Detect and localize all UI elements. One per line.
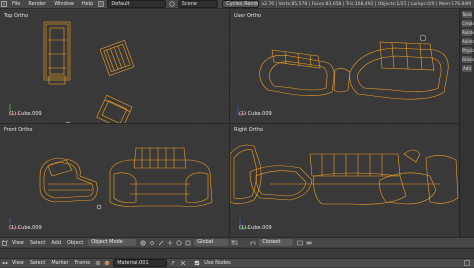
sphere-icon[interactable] [94, 260, 101, 267]
tab-create[interactable]: Create [462, 20, 474, 27]
render-engine-select[interactable]: Cycles Render [222, 0, 260, 8]
use-nodes-checkbox[interactable] [193, 260, 200, 267]
viewport-header: View Select Add Object Object Mode Globa… [0, 237, 474, 247]
right-ortho-wireframe [230, 124, 459, 237]
transform-orientation-select[interactable]: Global [194, 239, 229, 246]
menu-help[interactable]: Help [78, 0, 97, 9]
active-object-label: (1) Cube.009 [9, 111, 42, 117]
svg-text:F: F [172, 261, 175, 266]
active-object-label: (1) Cube.009 [239, 111, 272, 117]
user-ortho-wireframe [230, 10, 459, 123]
tab-add[interactable]: Add [462, 65, 472, 72]
menu-render[interactable]: Render [24, 0, 50, 9]
viewport-front-ortho[interactable]: Front Ortho (1) Cube.009 [0, 124, 229, 237]
node-editor-icon[interactable] [1, 260, 8, 267]
viewport-user-ortho[interactable]: User Ortho (1) Cube.009 [230, 10, 459, 123]
manipulator-icon[interactable] [157, 239, 164, 246]
viewport-divider-horizontal[interactable] [0, 123, 460, 124]
screen-layout-select[interactable]: Default [107, 0, 166, 8]
scale-icon[interactable] [184, 239, 191, 246]
menu-select[interactable]: Select [27, 238, 48, 248]
scene-icon [169, 1, 175, 8]
view3d-editor-icon[interactable] [1, 239, 8, 246]
viewport-title: User Ortho [234, 13, 262, 19]
menu-view[interactable]: View [9, 238, 27, 248]
active-object-label: (1) Cube.009 [239, 225, 272, 231]
active-object-label: (1) Cube.009 [9, 225, 42, 231]
layers-icon[interactable] [231, 239, 239, 246]
node-editor-header: View Select Marker Frame Material.001 F … [0, 258, 474, 267]
viewport-top-ortho[interactable]: Top Ortho (1) Cube.009 [0, 10, 229, 123]
tab-relations[interactable]: Relations [462, 29, 474, 36]
backdrop-icon[interactable] [463, 260, 470, 267]
viewport-title: Top Ortho [4, 13, 29, 19]
info-header: File Render Window Help Default Scene Cy… [0, 0, 474, 9]
scene-select[interactable]: Scene [177, 0, 219, 8]
top-ortho-wireframe [0, 10, 229, 123]
front-ortho-wireframe [0, 124, 229, 237]
material-icon[interactable] [103, 260, 110, 267]
menu-object[interactable]: Object [64, 238, 86, 248]
pivot-icon[interactable] [148, 239, 155, 246]
viewport-title: Front Ortho [4, 127, 33, 133]
menu-file[interactable]: File [8, 0, 24, 9]
material-select[interactable]: Material.001 [113, 259, 168, 267]
tab-animation[interactable]: Animation [462, 38, 474, 45]
snap-target-select[interactable]: Closest [259, 239, 294, 246]
tab-tools[interactable]: Tools [462, 11, 472, 18]
viewport-right-ortho[interactable]: Right Ortho (1) Cube.009 [230, 124, 459, 237]
menu-add[interactable]: Add [48, 238, 64, 248]
info-editor-icon[interactable] [1, 1, 7, 8]
layout-icon [98, 1, 105, 8]
tool-shelf-tabs: Tools Create Relations Animation Physics… [459, 9, 474, 237]
viewport-title: Right Ortho [234, 127, 263, 133]
scene-stats: v2.76 | Verts:85,578 | Faces:83,658 | Tr… [261, 1, 471, 7]
mode-select[interactable]: Object Mode [88, 239, 137, 246]
menu-window[interactable]: Window [50, 0, 78, 9]
shading-icon[interactable] [139, 239, 146, 246]
tab-physics[interactable]: Physics [462, 47, 474, 54]
close-icon[interactable] [179, 260, 186, 267]
translate-icon[interactable] [166, 239, 173, 246]
render-preview-icon[interactable] [296, 239, 303, 246]
camera-icon[interactable] [305, 239, 312, 246]
snap-icon[interactable] [249, 239, 256, 246]
fake-user-icon[interactable]: F [170, 260, 177, 267]
tab-grease[interactable]: Grease [462, 56, 474, 63]
rotate-icon[interactable] [175, 239, 182, 246]
node-editor-strip [0, 248, 474, 258]
